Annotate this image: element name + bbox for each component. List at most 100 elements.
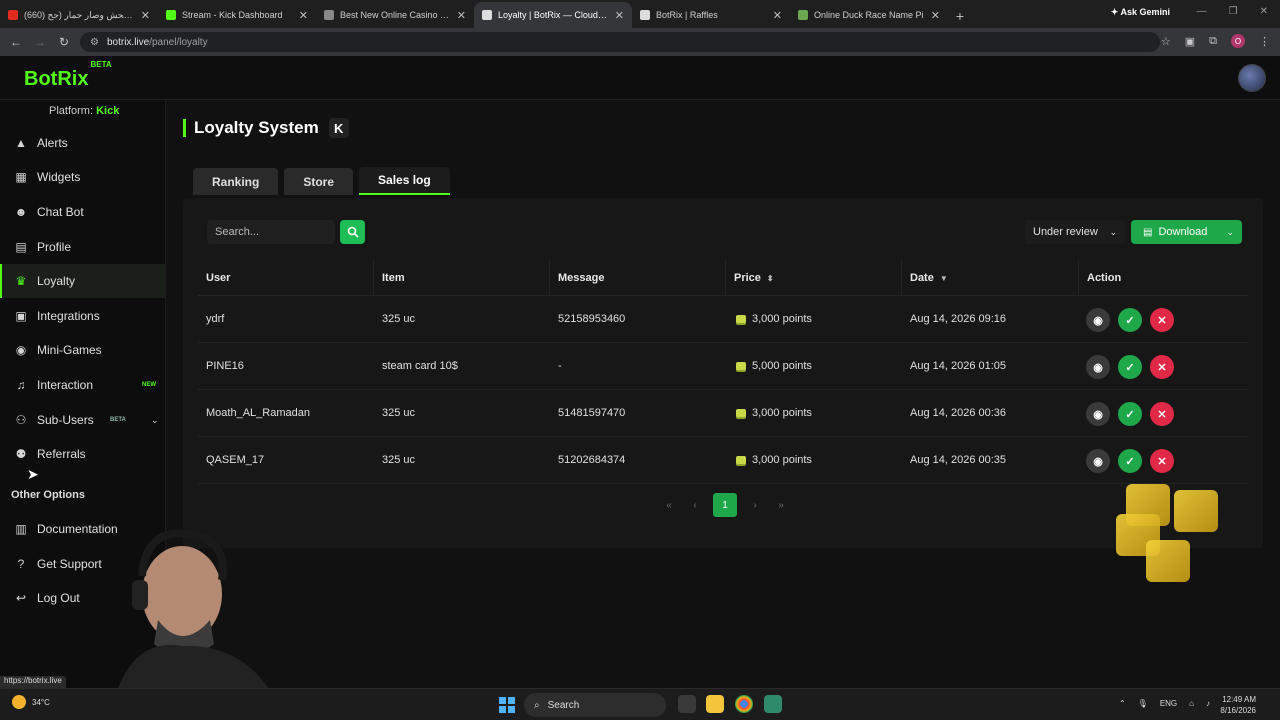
sidebar-item-loyalty[interactable]: ♛ Loyalty	[0, 264, 166, 298]
page-button-current[interactable]: 1	[713, 493, 737, 517]
eye-icon: ◉	[1093, 455, 1103, 468]
language-indicator[interactable]: ENG	[1160, 699, 1177, 708]
chevron-down-icon[interactable]: ⌄	[1226, 227, 1234, 238]
browser-tab-active[interactable]: Loyalty | BotRix — Cloud Stream ✕	[474, 2, 632, 28]
site-info-icon[interactable]: ⚙	[90, 37, 99, 48]
close-icon: ✕	[1157, 361, 1167, 374]
back-icon[interactable]: ←	[4, 35, 28, 49]
sidebar-item-alerts[interactable]: ▲ Alerts	[0, 126, 166, 160]
tab-store[interactable]: Store	[284, 168, 354, 195]
new-tab-button[interactable]: +	[948, 4, 972, 28]
sidebar-item-widgets[interactable]: ▦ Widgets	[0, 160, 166, 194]
chevron-up-icon[interactable]: ⌃	[1119, 699, 1126, 708]
kick-favicon-icon	[166, 10, 176, 20]
menu-kebab-icon[interactable]: ⋮	[1259, 35, 1270, 48]
column-header-item[interactable]: Item	[382, 272, 405, 284]
cell-date: Aug 14, 2026 00:35	[910, 454, 1007, 466]
forward-icon[interactable]: →	[28, 35, 52, 49]
extension-icon[interactable]: ▣	[1185, 35, 1195, 48]
microphone-icon[interactable]: 🎙	[1138, 699, 1148, 708]
network-icon[interactable]: ⌂	[1189, 699, 1194, 708]
maximize-icon[interactable]: ❐	[1229, 6, 1238, 17]
sidebar-item-referrals[interactable]: ⚉ Referrals	[0, 437, 166, 471]
webcam-overlay	[118, 528, 300, 688]
search-button[interactable]	[340, 220, 365, 244]
user-avatar[interactable]	[1238, 64, 1266, 92]
sidebar-item-sub-users[interactable]: ⚇ Sub-Users BETA ⌄	[0, 403, 166, 437]
sidebar-item-profile[interactable]: ▤ Profile	[0, 230, 166, 264]
close-window-icon[interactable]: ✕	[1260, 6, 1268, 17]
reject-button[interactable]: ✕	[1150, 355, 1174, 379]
sidebar-item-mini-games[interactable]: ◉ Mini-Games	[0, 333, 166, 367]
cell-user: PINE16	[206, 360, 244, 372]
approve-button[interactable]: ✓	[1118, 355, 1142, 379]
url-field[interactable]: ⚙ botrix.live/panel/loyalty	[80, 32, 1160, 52]
reject-button[interactable]: ✕	[1150, 449, 1174, 473]
chrome-icon[interactable]	[735, 695, 753, 713]
view-button[interactable]: ◉	[1086, 402, 1110, 426]
eye-icon: ◉	[1093, 314, 1103, 327]
browser-tab[interactable]: Stream - Kick Dashboard ✕	[158, 2, 316, 28]
bookmark-star-icon[interactable]: ☆	[1161, 35, 1171, 48]
prev-page-icon[interactable]: ‹	[687, 500, 703, 511]
column-header-date[interactable]: Date ▼	[910, 272, 948, 284]
browser-tab[interactable]: (660) كبر الجحش وصار حمار (جح... ✕	[0, 2, 158, 28]
task-view-icon[interactable]	[678, 695, 696, 713]
streamer-silhouette	[118, 529, 268, 688]
url-path: /panel/loyalty	[149, 36, 208, 48]
browser-tab-title: Best New Online Casino Ga	[340, 10, 451, 20]
sidebar-item-interaction[interactable]: ♫ Interaction NEW	[0, 368, 166, 402]
reload-icon[interactable]: ↻	[52, 35, 76, 49]
search-icon	[347, 226, 359, 238]
weather-widget[interactable]: 34°C	[12, 695, 50, 709]
browser-tab[interactable]: Online Duck Race Name Pi ✕	[790, 2, 948, 28]
view-button[interactable]: ◉	[1086, 308, 1110, 332]
moon-icon	[12, 695, 26, 709]
minimize-icon[interactable]: —	[1197, 6, 1207, 17]
app-icon[interactable]	[764, 695, 782, 713]
reject-button[interactable]: ✕	[1150, 402, 1174, 426]
browser-tab[interactable]: BotRix | Raffles ✕	[632, 2, 790, 28]
close-tab-icon[interactable]: ✕	[931, 9, 940, 22]
close-tab-icon[interactable]: ✕	[615, 9, 624, 22]
table-row: PINE16 steam card 10$ - 5,000 points Aug…	[198, 343, 1248, 390]
volume-icon[interactable]: ♪	[1206, 699, 1210, 708]
close-tab-icon[interactable]: ✕	[299, 9, 308, 22]
tab-sales-log[interactable]: Sales log	[359, 167, 450, 195]
chevron-down-icon[interactable]: ⌄	[151, 415, 159, 426]
browser-tab[interactable]: Best New Online Casino Ga ✕	[316, 2, 474, 28]
ask-gemini-button[interactable]: ✦ Ask Gemini	[1111, 7, 1170, 18]
close-tab-icon[interactable]: ✕	[773, 9, 782, 22]
status-filter-select[interactable]: Under review ⌄	[1025, 220, 1125, 244]
sidebar-item-chat-bot[interactable]: ☻ Chat Bot	[0, 195, 166, 229]
gamepad-icon: ◉	[15, 343, 27, 357]
sidebar-item-integrations[interactable]: ▣ Integrations	[0, 299, 166, 333]
tab-ranking[interactable]: Ranking	[193, 168, 279, 195]
download-button[interactable]: ▤ Download ⌄	[1131, 220, 1242, 244]
windows-start-icon[interactable]	[499, 697, 515, 713]
botrix-logo[interactable]: BotRixBETA	[24, 60, 112, 91]
taskbar-clock[interactable]: 12:49 AM 8/16/2026	[1220, 694, 1256, 716]
search-input[interactable]: Search...	[207, 220, 335, 244]
view-button[interactable]: ◉	[1086, 355, 1110, 379]
column-header-price[interactable]: Price ⬍	[734, 272, 774, 284]
taskbar-search[interactable]: ⌕ Search	[524, 693, 666, 717]
view-button[interactable]: ◉	[1086, 449, 1110, 473]
last-page-icon[interactable]: »	[773, 500, 789, 511]
extensions-puzzle-icon[interactable]: ⧉	[1209, 35, 1217, 48]
column-header-message[interactable]: Message	[558, 272, 604, 284]
next-page-icon[interactable]: ›	[747, 500, 763, 511]
file-explorer-icon[interactable]	[706, 695, 724, 713]
profile-avatar[interactable]: O	[1231, 34, 1245, 48]
approve-button[interactable]: ✓	[1118, 308, 1142, 332]
close-tab-icon[interactable]: ✕	[141, 9, 150, 22]
first-page-icon[interactable]: «	[661, 500, 677, 511]
cell-date: Aug 14, 2026 01:05	[910, 360, 1007, 372]
close-tab-icon[interactable]: ✕	[457, 9, 466, 22]
column-header-user[interactable]: User	[206, 272, 230, 284]
approve-button[interactable]: ✓	[1118, 449, 1142, 473]
approve-button[interactable]: ✓	[1118, 402, 1142, 426]
reject-button[interactable]: ✕	[1150, 308, 1174, 332]
column-divider	[549, 260, 550, 296]
check-icon: ✓	[1125, 408, 1135, 421]
